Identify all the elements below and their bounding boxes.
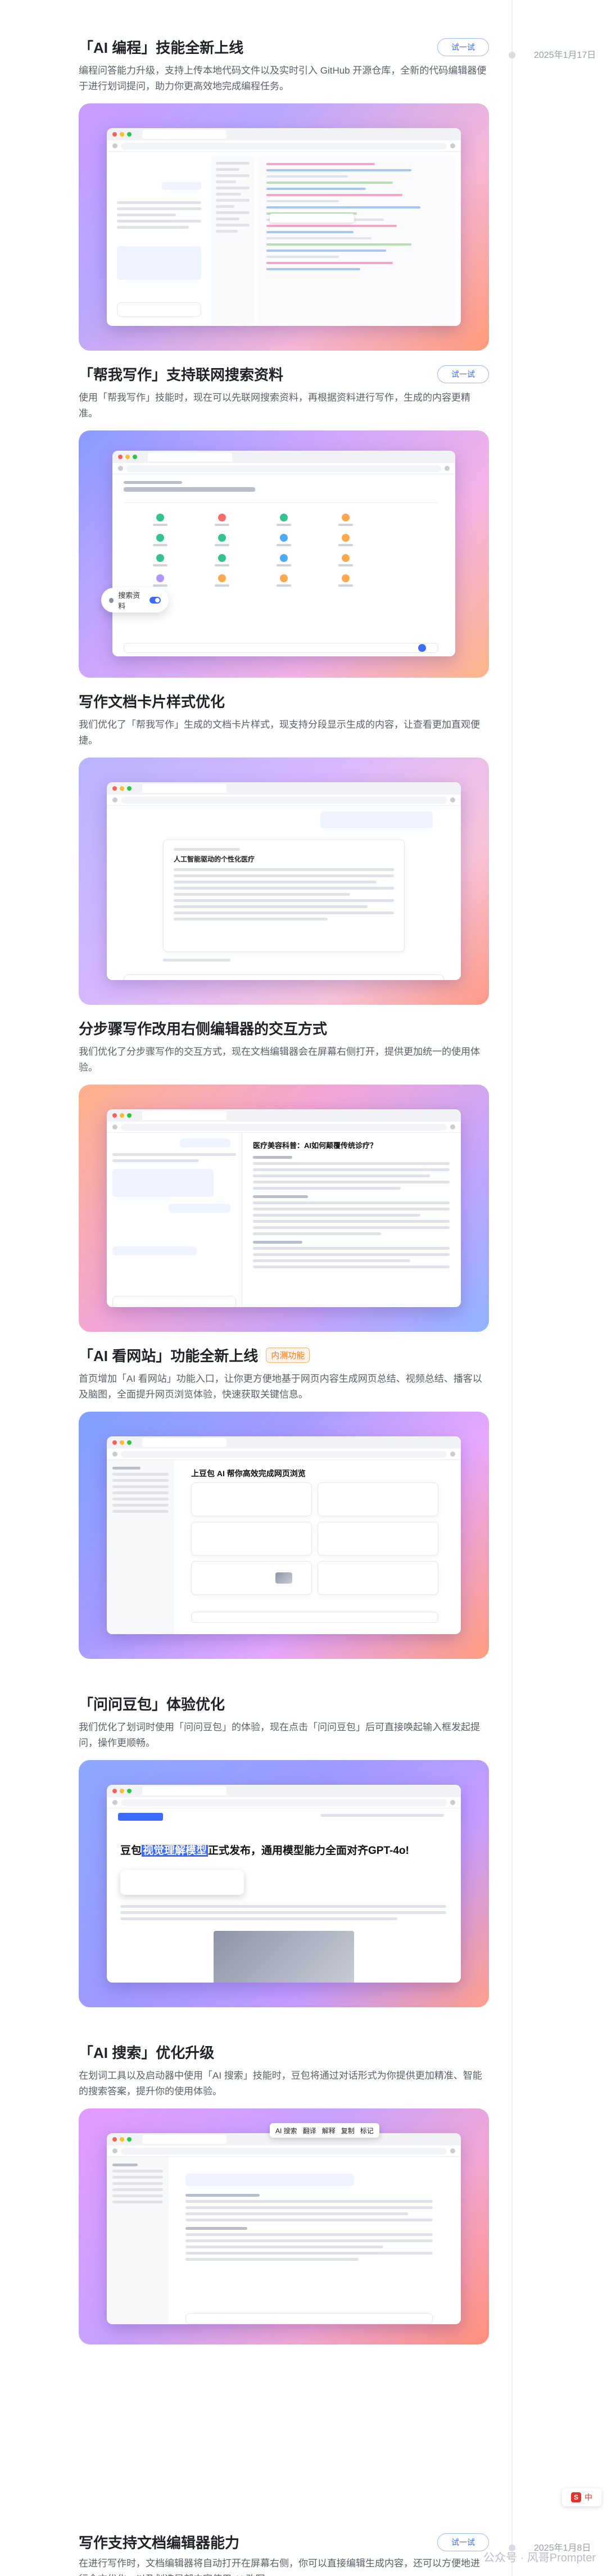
page-title: 上豆包 AI 帮你高效完成网页浏览 — [191, 1469, 306, 1478]
section-description: 我们优化了划词时使用「问问豆包」的体验，现在点击「问问豆包」后可直接唤起输入框发… — [79, 1722, 480, 1748]
try-button[interactable]: 试一试 — [437, 2533, 489, 2551]
callout-label: 搜索资料 — [118, 591, 141, 610]
right-doc-editor[interactable]: 医疗美容科普：AI如何颠覆传统诊疗？ — [253, 1140, 450, 1272]
feature-step-writing: 分步骤写作改用右侧编辑器的交互方式 我们优化了分步骤写作的交互方式，现在文档编辑… — [79, 1018, 489, 1332]
site-logo — [118, 1813, 163, 1821]
toggle-switch[interactable] — [149, 597, 161, 604]
section-description: 我们优化了「帮我写作」生成的文档卡片样式，现支持分段显示生成的内容，让查看更加直… — [79, 719, 480, 746]
ask-input-popup[interactable] — [120, 1870, 244, 1895]
mock-browser-window: 人工智能驱动的个性化医疗 — [107, 782, 461, 980]
feature-ai-coding: 「AI 编程」技能全新上线 试一试 编程问答能力升级，支持上传本地代码文件以及实… — [79, 37, 489, 351]
timeline-dot — [509, 52, 515, 58]
section-title: 「帮我写作」支持联网搜索资料 — [79, 366, 284, 383]
search-toggle-callout[interactable]: 搜索资料 — [101, 588, 169, 613]
mock-browser-window: 豆包 视觉理解模型 正式发布，通用模型能力全面对齐GPT-4o! — [107, 1785, 461, 1983]
doc-card[interactable]: 人工智能驱动的个性化医疗 — [163, 840, 405, 952]
doc-editor-title: 医疗美容科普：AI如何颠覆传统诊疗？ — [253, 1141, 378, 1150]
try-button[interactable]: 试一试 — [437, 365, 489, 383]
feature-screenshot: 医疗美容科普：AI如何颠覆传统诊疗？ — [79, 1085, 489, 1332]
feature-screenshot: AI 搜索 翻译 解释 复制 标记 — [79, 2108, 489, 2344]
globe-icon — [109, 597, 114, 603]
section-description: 使用「帮我写作」技能时，现在可以先联网搜索资料，再根据资料进行写作，生成的内容更… — [79, 392, 470, 419]
section-title: 写作支持文档编辑器能力 — [79, 2534, 240, 2551]
doc-card-title: 人工智能驱动的个性化医疗 — [174, 855, 255, 863]
article-headline: 豆包 视觉理解模型 正式发布，通用模型能力全面对齐GPT-4o! — [120, 1845, 409, 1857]
section-description: 我们优化了分步骤写作的交互方式，现在文档编辑器会在屏幕右侧打开，提供更加统一的使… — [79, 1046, 480, 1073]
release-date: 2025年1月17日 — [534, 51, 596, 60]
section-title: 「AI 看网站」功能全新上线 — [79, 1347, 259, 1364]
toolbar-ai-search[interactable]: AI 搜索 — [275, 2126, 297, 2135]
toolbar-translate[interactable]: 翻译 — [303, 2126, 316, 2135]
mock-browser-window: 上豆包 AI 帮你高效完成网页浏览 — [107, 1436, 461, 1634]
feature-doc-card: 写作文档卡片样式优化 我们优化了「帮我写作」生成的文档卡片样式，现支持分段显示生… — [79, 691, 489, 1005]
feature-screenshot — [79, 103, 489, 351]
section-title: 「问问豆包」体验优化 — [79, 1695, 225, 1713]
ime-mode-label: 中 — [585, 2493, 592, 2502]
mock-browser-window: 医疗美容科普：AI如何颠覆传统诊疗？ — [107, 1109, 461, 1307]
ime-logo-icon: S — [571, 2492, 581, 2502]
feature-writing-search: 「帮我写作」支持联网搜索资料 试一试 使用「帮我写作」技能时，现在可以先联网搜索… — [79, 364, 489, 678]
section-description: 首页增加「AI 看网站」功能入口，让你更方便地基于网页内容生成网页总结、视频总结… — [79, 1373, 482, 1400]
feature-screenshot: 人工智能驱动的个性化医疗 — [79, 758, 489, 1005]
feature-ai-website: 「AI 看网站」功能全新上线 内测功能 首页增加「AI 看网站」功能入口，让你更… — [79, 1345, 489, 1659]
feature-screenshot: 搜索资料 — [79, 430, 489, 678]
section-title: 「AI 搜索」优化升级 — [79, 2044, 215, 2061]
feature-screenshot: 上豆包 AI 帮你高效完成网页浏览 — [79, 1412, 489, 1659]
feature-doc-editor: 写作支持文档编辑器能力 试一试 在进行写作时，文档编辑器将自动打开在屏幕右侧，你… — [79, 2532, 489, 2576]
selection-toolbar: AI 搜索 翻译 解释 复制 标记 — [270, 2123, 379, 2138]
article-image — [214, 1931, 354, 1983]
mock-browser-window — [107, 2133, 461, 2324]
timeline-rail — [511, 0, 513, 2576]
toolbar-copy[interactable]: 复制 — [341, 2126, 355, 2135]
feature-ai-search: 「AI 搜索」优化升级 在划词工具以及启动器中使用「AI 搜索」技能时，豆包将通… — [79, 2042, 489, 2344]
feature-screenshot: 豆包 视觉理解模型 正式发布，通用模型能力全面对齐GPT-4o! — [79, 1760, 489, 2007]
section-title: 「AI 编程」技能全新上线 — [79, 39, 244, 56]
toolbar-mark[interactable]: 标记 — [360, 2126, 374, 2135]
section-title: 分步骤写作改用右侧编辑器的交互方式 — [79, 1020, 328, 1037]
mock-browser-window — [107, 128, 461, 326]
try-button[interactable]: 试一试 — [437, 38, 489, 56]
floating-ime-toolbar[interactable]: S 中 — [562, 2488, 601, 2506]
section-title: 写作文档卡片样式优化 — [79, 693, 225, 710]
watermark: 公众号 · 风哥Prompter — [483, 2552, 596, 2564]
mock-browser-window — [112, 451, 455, 656]
beta-badge: 内测功能 — [266, 1347, 310, 1363]
section-description: 编程问答能力升级，支持上传本地代码文件以及实时引入 GitHub 开源仓库，全新… — [79, 65, 487, 92]
toolbar-explain[interactable]: 解释 — [322, 2126, 336, 2135]
section-description: 在划词工具以及启动器中使用「AI 搜索」技能时，豆包将通过对话形式为你提供更加精… — [79, 2070, 482, 2097]
section-description: 在进行写作时，文档编辑器将自动打开在屏幕右侧，你可以直接编辑生成内容，还可以方便… — [79, 2558, 480, 2576]
feature-ask-doubao: 「问问豆包」体验优化 我们优化了划词时使用「问问豆包」的体验，现在点击「问问豆包… — [79, 1694, 489, 2007]
